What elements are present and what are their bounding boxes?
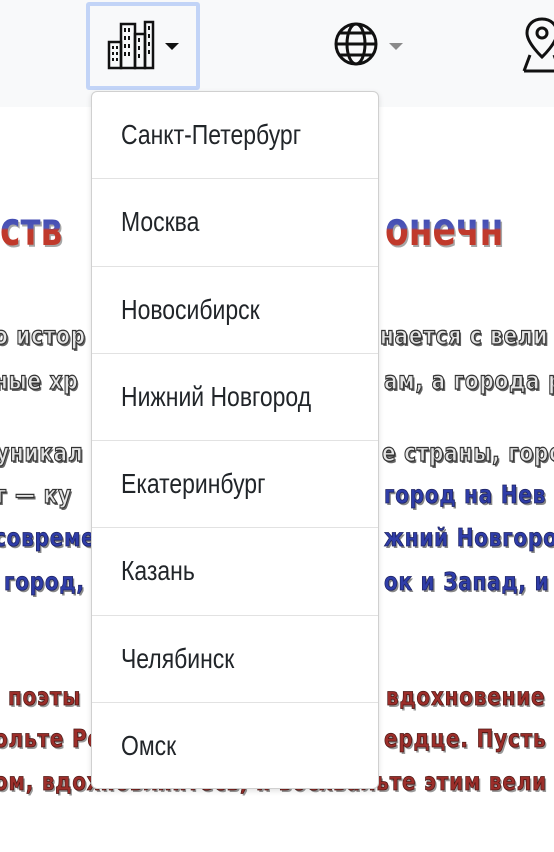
- paragraph-line: е страны, горо: [381, 437, 554, 467]
- paragraph-line: поэты: [8, 682, 82, 712]
- dropdown-item-nizhny-novgorod[interactable]: Нижний Новгород: [92, 354, 378, 441]
- paragraph-line: ные хр: [0, 365, 79, 395]
- dropdown-item-saint-petersburg[interactable]: Санкт-Петербург: [92, 92, 378, 180]
- page-heading-left: ств: [0, 202, 63, 256]
- paragraph-line: ердце. Пусть: [384, 724, 547, 754]
- paragraph-line: г — ку: [0, 479, 72, 509]
- dropdown-item-moscow[interactable]: Москва: [92, 179, 378, 267]
- paragraph-line: совреме: [0, 523, 96, 553]
- paragraph-line: вдохновение: [386, 682, 546, 712]
- paragraph-line: жний Новгоро: [384, 523, 554, 553]
- map-pin-icon: [520, 15, 554, 78]
- paragraph-line: ольте Ро: [0, 724, 102, 754]
- paragraph-line: город,: [4, 567, 85, 597]
- paragraph-line: уникал: [0, 437, 84, 467]
- paragraph-line: город на Нев: [384, 480, 547, 510]
- chevron-down-icon: [389, 42, 403, 50]
- globe-icon: [333, 21, 379, 72]
- paragraph-line: ам, а города р: [383, 365, 554, 395]
- page-heading-right: онечн: [385, 202, 504, 256]
- dropdown-item-omsk[interactable]: Омск: [92, 703, 378, 788]
- city-dropdown-toggle[interactable]: [86, 2, 200, 90]
- dropdown-item-yekaterinburg[interactable]: Екатеринбург: [92, 441, 378, 529]
- dropdown-item-kazan[interactable]: Казань: [92, 528, 378, 616]
- language-dropdown-toggle[interactable]: [326, 16, 410, 76]
- city-buildings-icon: [107, 18, 155, 75]
- paragraph-line: о истор: [0, 320, 86, 350]
- paragraph-line: ок и Запад, и: [384, 567, 550, 597]
- dropdown-item-novosibirsk[interactable]: Новосибирск: [92, 267, 378, 354]
- city-dropdown-menu: Санкт-Петербург Москва Новосибирск Нижни…: [91, 91, 379, 789]
- map-button[interactable]: [512, 14, 554, 78]
- dropdown-item-chelyabinsk[interactable]: Челябинск: [92, 616, 378, 703]
- chevron-down-icon: [165, 42, 179, 50]
- paragraph-line: нается с вели: [379, 320, 549, 350]
